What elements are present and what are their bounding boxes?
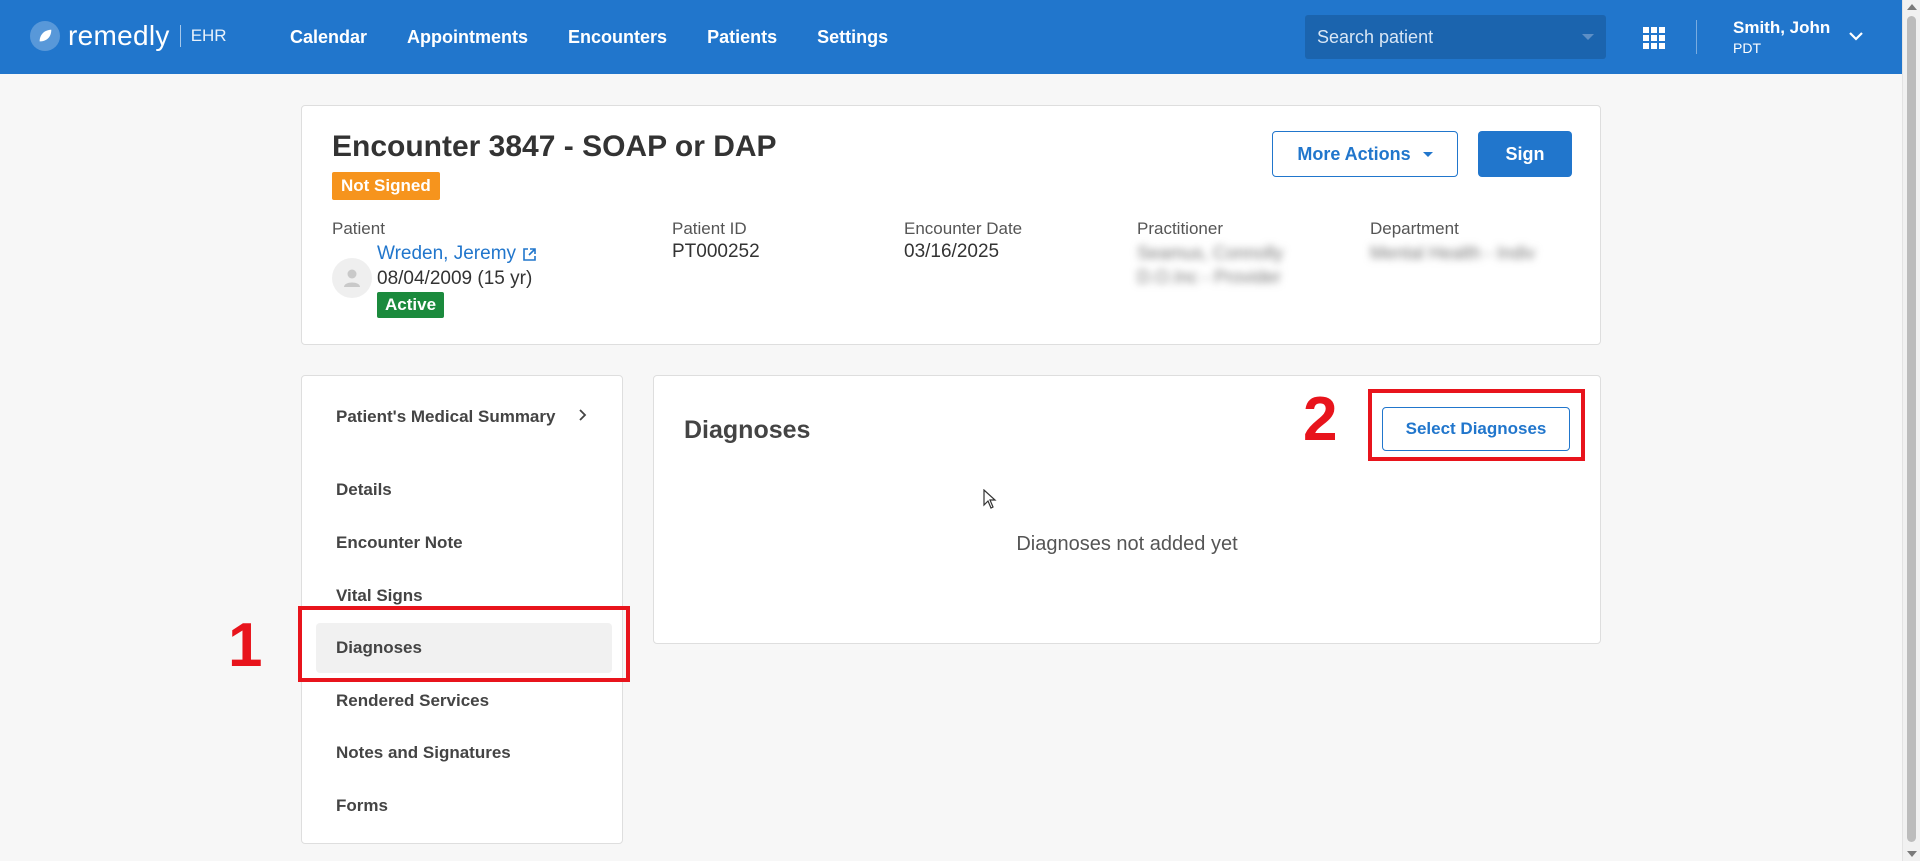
nav-settings[interactable]: Settings	[817, 27, 888, 48]
sidebar-item-rendered-services[interactable]: Rendered Services	[316, 691, 612, 711]
top-navigation-bar: remedly EHR Calendar Appointments Encoun…	[0, 0, 1902, 74]
annotation-number-2: 2	[1303, 385, 1338, 454]
sign-button[interactable]: Sign	[1478, 131, 1572, 177]
dropdown-caret-icon[interactable]	[1582, 34, 1594, 40]
department-label: Department	[1370, 219, 1459, 238]
status-badge: Not Signed	[332, 172, 440, 200]
leaf-icon	[30, 21, 60, 51]
patient-search[interactable]	[1305, 15, 1606, 59]
user-menu[interactable]: Smith, John PDT	[1733, 18, 1830, 56]
chevron-down-icon[interactable]	[1848, 28, 1864, 44]
app-logo[interactable]: remedly EHR	[30, 20, 227, 52]
encounter-date-value: 03/16/2025	[904, 241, 1000, 262]
person-icon	[344, 269, 360, 287]
nav-appointments[interactable]: Appointments	[407, 27, 528, 48]
logo-subtitle: EHR	[190, 26, 227, 45]
scroll-down-arrow-icon[interactable]	[1907, 851, 1917, 857]
logo-divider	[179, 25, 181, 47]
page-title: Encounter 3847 - SOAP or DAP	[332, 130, 777, 163]
patient-name-link[interactable]: Wreden, Jeremy	[377, 243, 537, 265]
annotation-number-1: 1	[228, 611, 263, 680]
more-actions-label: More Actions	[1297, 143, 1411, 164]
caret-down-icon	[1422, 151, 1433, 157]
sidebar-item-label: Encounter Note	[336, 533, 463, 552]
user-timezone: PDT	[1733, 40, 1761, 56]
practitioner-label: Practitioner	[1137, 219, 1223, 238]
empty-state-message: Diagnoses not added yet	[1016, 533, 1238, 555]
sidebar-item-encounter-note[interactable]: Encounter Note	[316, 533, 612, 553]
scroll-up-arrow-icon[interactable]	[1907, 4, 1917, 10]
sidebar-item-medical-summary[interactable]: Patient's Medical Summary	[316, 406, 586, 428]
apps-grid-icon[interactable]	[1643, 27, 1665, 49]
sidebar-item-forms[interactable]: Forms	[316, 796, 612, 816]
department-value: Mental Health - Indiv	[1370, 243, 1536, 263]
topbar-divider	[1696, 20, 1697, 54]
sidebar-item-label: Patient's Medical Summary	[336, 407, 556, 426]
sidebar-item-label: Forms	[336, 796, 388, 815]
chevron-right-icon[interactable]	[576, 409, 588, 421]
user-name: Smith, John	[1733, 18, 1831, 37]
nav-encounters[interactable]: Encounters	[568, 27, 667, 48]
encounter-header-card: Encounter 3847 - SOAP or DAP Not Signed …	[301, 105, 1601, 345]
sidebar-item-details[interactable]: Details	[316, 480, 612, 500]
annotation-box-step-1	[298, 606, 630, 682]
page-scrollbar[interactable]	[1902, 0, 1920, 861]
sidebar-item-label: Vital Signs	[336, 586, 423, 605]
sidebar-item-label: Rendered Services	[336, 691, 490, 710]
sidebar-item-label: Details	[336, 480, 392, 499]
patient-status-badge: Active	[377, 292, 445, 318]
patient-id-label: Patient ID	[672, 219, 747, 238]
external-link-icon[interactable]	[522, 247, 537, 262]
section-title: Diagnoses	[684, 416, 811, 444]
main-nav: Calendar Appointments Encounters Patient…	[290, 0, 928, 74]
more-actions-button[interactable]: More Actions	[1272, 131, 1458, 177]
sidebar-item-vital-signs[interactable]: Vital Signs	[316, 586, 612, 606]
mouse-cursor-icon	[983, 489, 997, 509]
avatar	[332, 258, 372, 298]
nav-calendar[interactable]: Calendar	[290, 27, 367, 48]
search-input[interactable]	[1317, 26, 1582, 48]
practitioner-value: Seamus, Connolly D.O.Inc - Provider	[1137, 243, 1284, 287]
logo-text: remedly	[68, 20, 170, 51]
scrollbar-thumb[interactable]	[1907, 16, 1916, 842]
patient-id-value: PT000252	[672, 241, 760, 262]
sidebar-item-label: Notes and Signatures	[336, 743, 511, 762]
encounter-date-label: Encounter Date	[904, 219, 1023, 238]
patient-dob: 08/04/2009 (15 yr)	[377, 268, 533, 289]
annotation-box-step-2	[1368, 389, 1585, 461]
nav-patients[interactable]: Patients	[707, 27, 777, 48]
sidebar-item-notes-signatures[interactable]: Notes and Signatures	[316, 743, 612, 763]
patient-label: Patient	[332, 219, 385, 238]
patient-name: Wreden, Jeremy	[377, 243, 517, 264]
